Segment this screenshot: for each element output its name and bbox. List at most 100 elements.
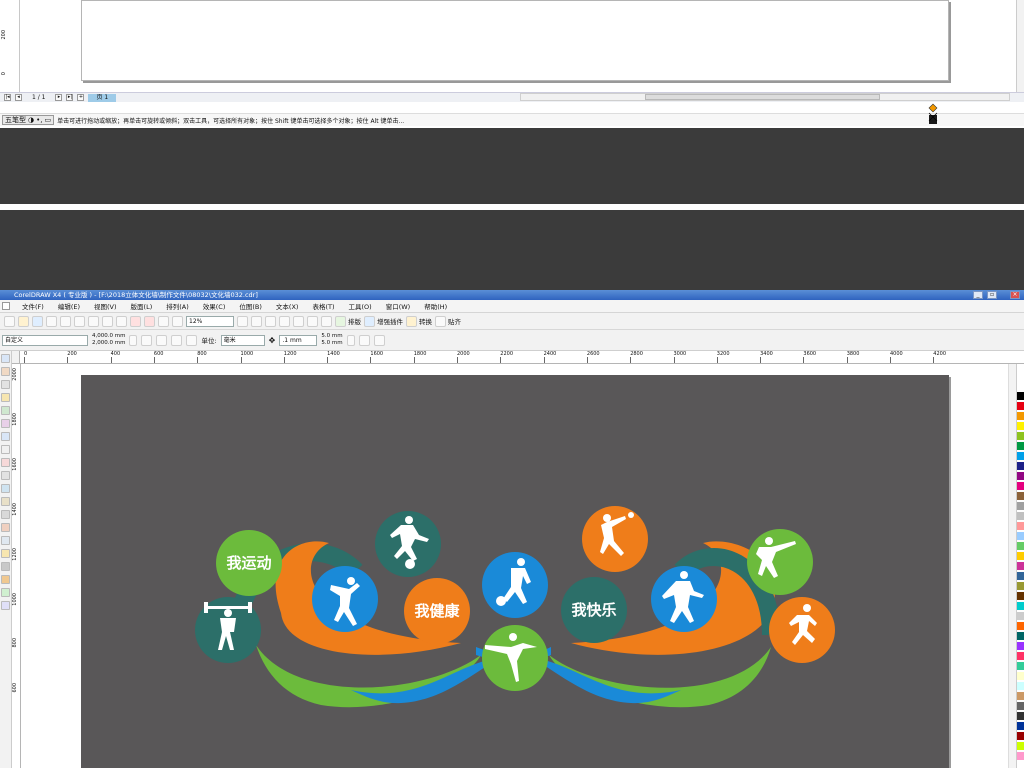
close-button[interactable]: ×	[1010, 291, 1020, 299]
palette-swatch[interactable]	[1017, 542, 1024, 551]
vertical-scrollbar[interactable]	[1008, 364, 1016, 768]
palette-swatch[interactable]	[1017, 692, 1024, 701]
zoom-all-icon[interactable]	[279, 315, 290, 327]
zoom-select[interactable]: 12%	[186, 315, 234, 327]
palette-swatch[interactable]	[1017, 632, 1024, 641]
zoom-out-icon[interactable]	[251, 315, 262, 327]
palette-swatch[interactable]	[1017, 602, 1024, 611]
palette-swatch[interactable]	[1017, 732, 1024, 741]
palette-swatch[interactable]	[1017, 752, 1024, 761]
last-page-icon[interactable]: ▸|	[66, 94, 74, 101]
interactive-fill-icon[interactable]	[1, 588, 10, 597]
portrait-icon[interactable]	[141, 334, 153, 346]
menu-text[interactable]: 文本(X)	[274, 301, 301, 311]
palette-swatch[interactable]	[1017, 472, 1024, 481]
first-page-icon[interactable]: |◂	[4, 94, 11, 101]
palette-swatch[interactable]	[1017, 722, 1024, 731]
palette-swatch[interactable]	[1017, 672, 1024, 681]
palette-swatch[interactable]	[1017, 382, 1024, 391]
smart-fill-icon[interactable]	[1, 419, 10, 428]
menu-file[interactable]: 文件(F)	[20, 301, 46, 311]
mesh-tool-icon[interactable]	[1, 601, 10, 610]
eyedropper-tool-icon[interactable]	[1, 549, 10, 558]
rectangle-tool-icon[interactable]	[1, 432, 10, 441]
palette-swatch[interactable]	[1017, 522, 1024, 531]
top-horizontal-scroll-thumb[interactable]	[645, 94, 880, 100]
current-page-icon[interactable]	[186, 334, 198, 346]
menu-arrange[interactable]: 排列(A)	[164, 301, 191, 311]
palette-swatch[interactable]	[1017, 482, 1024, 491]
palette-swatch[interactable]	[1017, 552, 1024, 561]
moon-icon[interactable]: ◑	[28, 116, 34, 124]
palette-swatch[interactable]	[1017, 532, 1024, 541]
polygon-tool-icon[interactable]	[1, 458, 10, 467]
palette-swatch[interactable]	[1017, 402, 1024, 411]
crop-tool-icon[interactable]	[1, 380, 10, 389]
plugin-button[interactable]: 增强插件	[364, 315, 403, 327]
page-width-field[interactable]: 4,000.0 mm	[92, 333, 125, 340]
palette-swatch[interactable]	[1017, 502, 1024, 511]
palette-swatch[interactable]	[1017, 432, 1024, 441]
landscape-icon[interactable]	[156, 334, 168, 346]
text-tool-icon[interactable]	[1, 484, 10, 493]
export-icon[interactable]	[144, 315, 155, 327]
document-page[interactable]: 我运动 我健康 我快乐	[81, 375, 949, 768]
dimension-tool-icon[interactable]	[1, 510, 10, 519]
new-icon[interactable]	[4, 315, 15, 327]
menu-bitmaps[interactable]: 位图(B)	[237, 301, 264, 311]
menu-view[interactable]: 视图(V)	[92, 301, 119, 311]
doc-icon[interactable]	[2, 302, 10, 310]
freehand-tool-icon[interactable]	[1, 406, 10, 415]
blend-tool-icon[interactable]	[1, 536, 10, 545]
prev-page-icon[interactable]: ◂	[15, 94, 22, 101]
palette-swatch[interactable]	[1017, 582, 1024, 591]
dup-y-field[interactable]: 5.0 mm	[321, 340, 342, 347]
open-icon[interactable]	[18, 315, 29, 327]
punctuation-icon[interactable]: •,	[36, 116, 42, 124]
spinner-icon[interactable]	[346, 334, 355, 346]
palette-swatch[interactable]	[1017, 592, 1024, 601]
arrange-button[interactable]: 排版	[335, 315, 361, 327]
save-icon[interactable]	[32, 315, 43, 327]
palette-swatch[interactable]	[1017, 682, 1024, 691]
app-launcher-icon[interactable]	[158, 315, 169, 327]
minimize-button[interactable]: _	[973, 291, 983, 299]
ime-indicator[interactable]: 五笔型 ◑ •, ▭	[2, 115, 55, 125]
menu-tools[interactable]: 工具(O)	[347, 301, 374, 311]
menu-table[interactable]: 表格(T)	[310, 301, 336, 311]
palette-swatch[interactable]	[1017, 562, 1024, 571]
copy-icon[interactable]	[74, 315, 85, 327]
table-tool-icon[interactable]	[1, 497, 10, 506]
next-page-icon[interactable]: ▸	[55, 94, 63, 101]
menu-layout[interactable]: 版面(L)	[129, 301, 155, 311]
print-icon[interactable]	[46, 315, 57, 327]
menu-help[interactable]: 帮助(H)	[422, 301, 449, 311]
units-icon[interactable]	[358, 334, 370, 346]
cut-icon[interactable]	[60, 315, 71, 327]
palette-swatch[interactable]	[1017, 412, 1024, 421]
add-page-icon[interactable]: +	[77, 94, 85, 101]
basic-shapes-icon[interactable]	[1, 471, 10, 480]
page-height-field[interactable]: 2,000.0 mm	[92, 340, 125, 347]
palette-swatch[interactable]	[1017, 512, 1024, 521]
nudge-field[interactable]: .1 mm	[279, 334, 318, 346]
palette-swatch[interactable]	[1017, 492, 1024, 501]
fill-outline-indicator[interactable]	[928, 103, 938, 125]
palette-swatch[interactable]	[1017, 662, 1024, 671]
palette-swatch[interactable]	[1017, 702, 1024, 711]
convert-button[interactable]: 转换	[406, 315, 432, 327]
menu-window[interactable]: 窗口(W)	[384, 301, 413, 311]
menu-effects[interactable]: 效果(C)	[201, 301, 228, 311]
paste-icon[interactable]	[88, 315, 99, 327]
top-vertical-scrollbar[interactable]	[1016, 0, 1024, 100]
fill-tool-icon[interactable]	[1, 575, 10, 584]
dup-x-field[interactable]: 5.0 mm	[321, 333, 342, 340]
page-preset-select[interactable]: 自定义	[2, 334, 88, 346]
unit-select[interactable]: 毫米	[220, 334, 265, 346]
connector-tool-icon[interactable]	[1, 523, 10, 532]
redo-icon[interactable]	[116, 315, 127, 327]
palette-swatch[interactable]	[1017, 422, 1024, 431]
palette-swatch[interactable]	[1017, 392, 1024, 401]
outline-tool-icon[interactable]	[1, 562, 10, 571]
zoom-width-icon[interactable]	[307, 315, 318, 327]
